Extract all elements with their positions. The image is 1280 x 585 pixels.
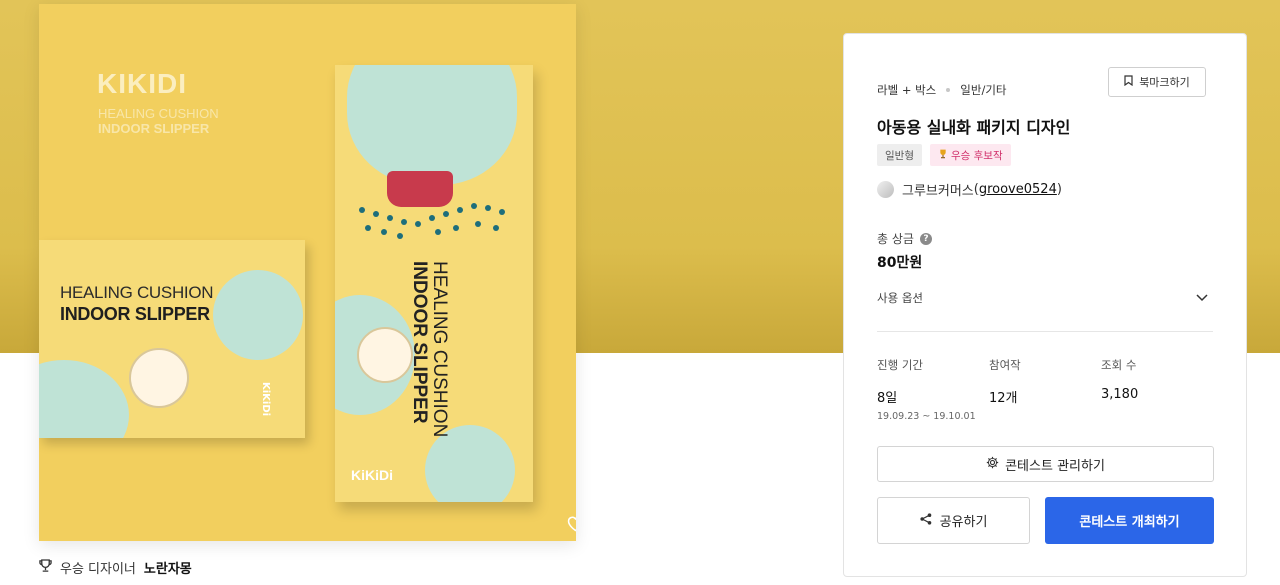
dot-pattern bbox=[359, 207, 365, 213]
box-side-title: HEALING CUSHION INDOOR SLIPPER bbox=[409, 261, 450, 438]
dot-pattern bbox=[415, 221, 421, 227]
contest-title: 아동용 실내화 패키지 디자인 bbox=[877, 118, 1071, 137]
artwork-sub-line1: HEALING CUSHION bbox=[98, 106, 219, 121]
dot-pattern bbox=[493, 225, 499, 231]
dot-pattern bbox=[471, 203, 477, 209]
tiger-cushion-illustration bbox=[129, 348, 189, 408]
breadcrumb: 라벨 + 박스 일반/기타 bbox=[877, 82, 1006, 98]
tag-award-label: 우승 후보작 bbox=[950, 149, 1003, 162]
breadcrumb-subcategory[interactable]: 일반/기타 bbox=[960, 82, 1006, 98]
prize-label-text: 총 상금 bbox=[877, 232, 914, 246]
options-toggle[interactable]: 사용 옵션 bbox=[877, 290, 923, 306]
artwork-brand: KIKIDI bbox=[97, 68, 187, 99]
box-side-title-line1: HEALING CUSHION bbox=[429, 261, 450, 438]
bookmark-label: 북마크하기 bbox=[1139, 76, 1190, 89]
bookmark-icon bbox=[1124, 75, 1133, 89]
tiger-cushion-illustration bbox=[357, 327, 413, 383]
stat-period: 진행 기간 8일 19.09.23 ~ 19.10.01 bbox=[877, 357, 989, 422]
box-side-title-line2: INDOOR SLIPPER bbox=[409, 261, 430, 424]
red-slipper-illustration bbox=[387, 171, 453, 207]
stat-period-label: 진행 기간 bbox=[877, 358, 923, 372]
dot-pattern bbox=[429, 215, 435, 221]
artwork-sub-line2: INDOOR SLIPPER bbox=[98, 121, 210, 136]
box-logo: KiKiDi bbox=[260, 382, 271, 417]
contest-owner[interactable]: 그루브커머스 (groove0524) bbox=[877, 180, 1062, 199]
winning-designer: 우승 디자이너 노란자몽 bbox=[39, 558, 192, 577]
package-box-front: HEALING CUSHION INDOOR SLIPPER KiKiDi bbox=[39, 240, 305, 438]
stat-period-value: 8일 bbox=[877, 391, 898, 406]
breadcrumb-category[interactable]: 라벨 + 박스 bbox=[877, 82, 936, 98]
heart-icon bbox=[566, 515, 576, 536]
stat-entries-label: 참여작 bbox=[989, 358, 1021, 372]
breadcrumb-separator bbox=[946, 88, 951, 92]
box-title-line2: INDOOR SLIPPER bbox=[60, 304, 210, 324]
dot-pattern bbox=[457, 207, 463, 213]
contest-stats: 진행 기간 8일 19.09.23 ~ 19.10.01 참여작 12개 조회 … bbox=[877, 357, 1213, 422]
help-icon[interactable]: ? bbox=[919, 232, 932, 245]
open-contest-button[interactable]: 콘테스트 개최하기 bbox=[1045, 497, 1214, 544]
share-label: 공유하기 bbox=[939, 515, 988, 530]
divider bbox=[877, 331, 1213, 332]
dot-pattern bbox=[499, 209, 505, 215]
prize-label: 총 상금 ? bbox=[877, 230, 932, 247]
gear-icon bbox=[986, 456, 999, 473]
like-counter[interactable]: 11 bbox=[566, 515, 576, 536]
dot-pattern bbox=[435, 229, 441, 235]
owner-name: 그루브커머스 bbox=[902, 184, 974, 199]
chevron-down-icon[interactable] bbox=[1196, 287, 1208, 306]
mint-blob bbox=[347, 65, 517, 185]
bookmark-button[interactable]: 북마크하기 bbox=[1108, 67, 1206, 97]
mint-blob bbox=[39, 360, 129, 438]
manage-contest-label: 콘테스트 관리하기 bbox=[1005, 458, 1105, 474]
tag-award: 우승 후보작 bbox=[929, 144, 1011, 166]
trophy-icon bbox=[938, 149, 948, 162]
dot-pattern bbox=[381, 229, 387, 235]
tag-list: 일반형 우승 후보작 bbox=[877, 144, 1011, 166]
mint-blob bbox=[213, 270, 303, 360]
manage-contest-button[interactable]: 콘테스트 관리하기 bbox=[877, 446, 1214, 482]
dot-pattern bbox=[397, 233, 403, 239]
stat-period-range: 19.09.23 ~ 19.10.01 bbox=[877, 411, 976, 422]
artwork-subtitle: HEALING CUSHION INDOOR SLIPPER bbox=[98, 106, 219, 136]
stat-entries-value: 12개 bbox=[989, 391, 1018, 406]
dot-pattern bbox=[365, 225, 371, 231]
trophy-icon bbox=[39, 558, 52, 577]
package-box-side: HEALING CUSHION INDOOR SLIPPER KiKiDi bbox=[335, 65, 533, 502]
owner-id[interactable]: groove0524 bbox=[979, 182, 1057, 197]
contest-artwork[interactable]: KIKIDI HEALING CUSHION INDOOR SLIPPER HE… bbox=[39, 4, 576, 541]
winner-name[interactable]: 노란자몽 bbox=[144, 558, 192, 577]
dot-pattern bbox=[485, 205, 491, 211]
box-side-logo: KiKiDi bbox=[351, 467, 393, 483]
stat-views-value: 3,180 bbox=[1101, 387, 1139, 402]
share-icon bbox=[919, 512, 932, 529]
dot-pattern bbox=[373, 211, 379, 217]
box-title-line1: HEALING CUSHION bbox=[60, 283, 214, 302]
stat-entries: 참여작 12개 bbox=[989, 357, 1101, 422]
share-button[interactable]: 공유하기 bbox=[877, 497, 1030, 544]
dot-pattern bbox=[475, 221, 481, 227]
dot-pattern bbox=[401, 219, 407, 225]
prize-value: 80만원 bbox=[877, 255, 923, 271]
dot-pattern bbox=[453, 225, 459, 231]
avatar bbox=[877, 181, 894, 198]
contest-info-panel: 라벨 + 박스 일반/기타 북마크하기 아동용 실내화 패키지 디자인 일반형 … bbox=[843, 33, 1247, 577]
dot-pattern bbox=[387, 215, 393, 221]
winner-label: 우승 디자이너 bbox=[60, 562, 136, 577]
dot-pattern bbox=[443, 211, 449, 217]
tag-type: 일반형 bbox=[877, 144, 922, 166]
stat-views-label: 조회 수 bbox=[1101, 358, 1137, 372]
stat-views: 조회 수 3,180 bbox=[1101, 357, 1213, 422]
